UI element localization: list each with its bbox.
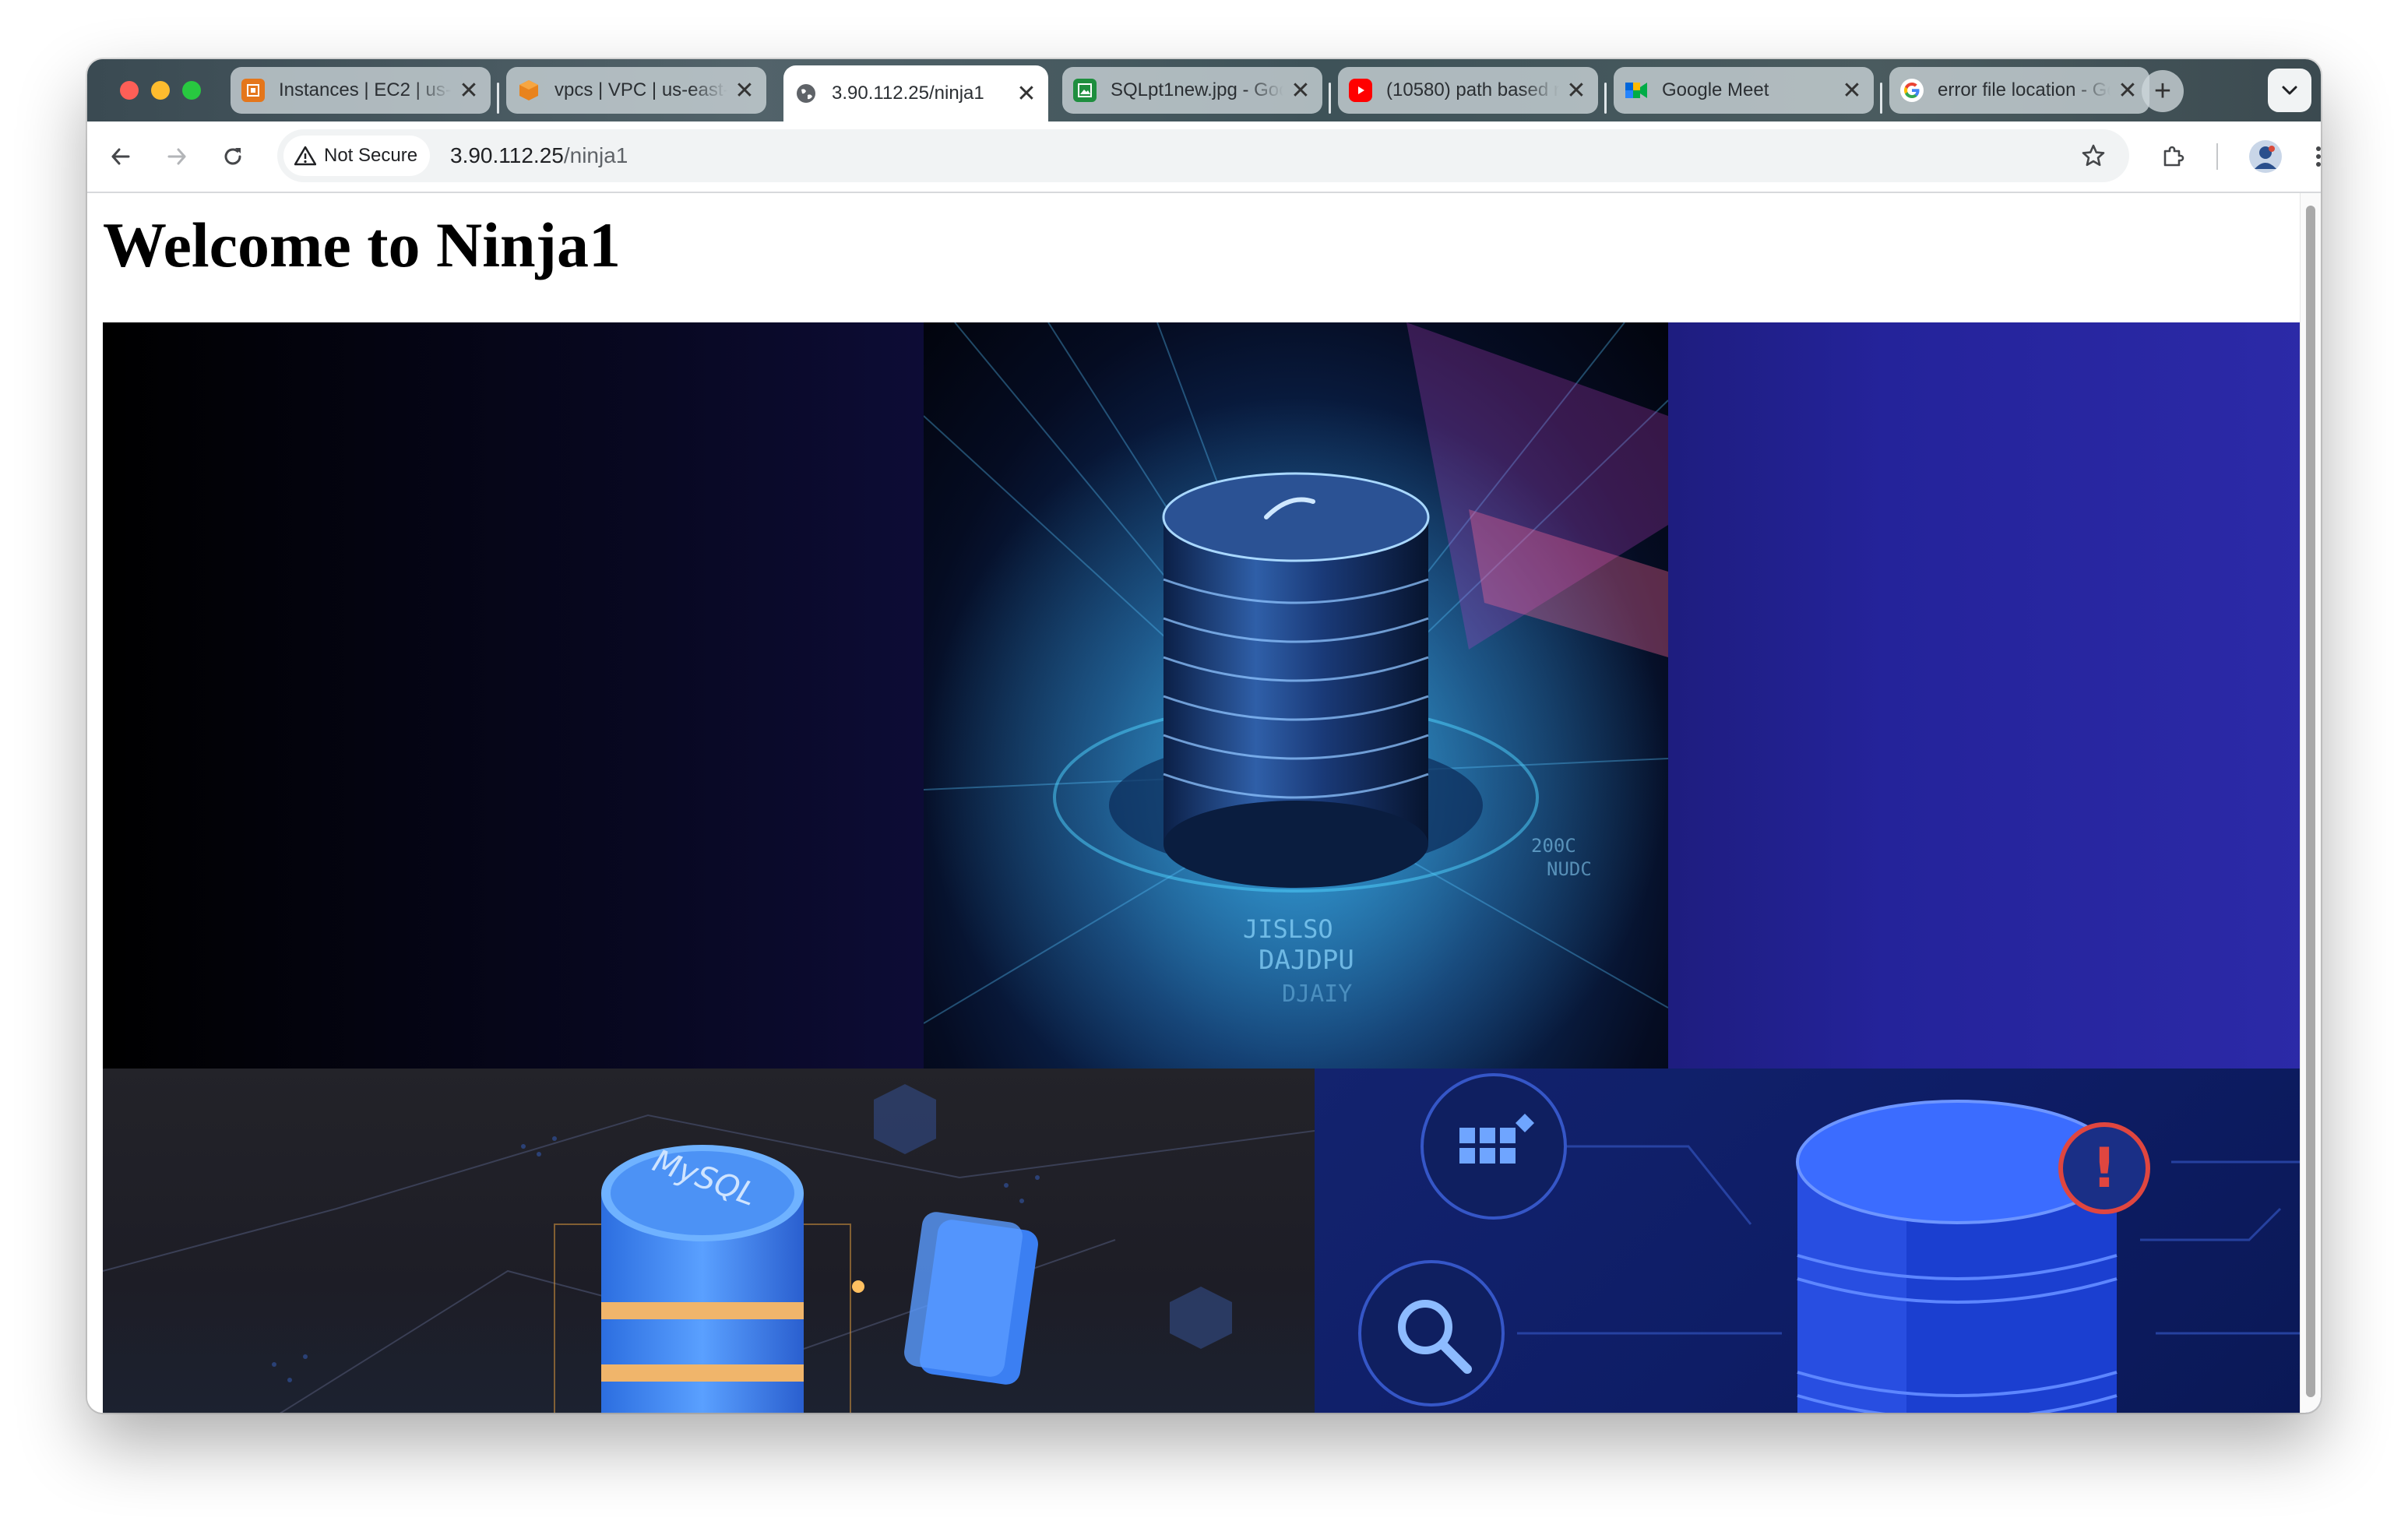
tab-google-search[interactable]: error file location - Google Search ✕ [1889, 67, 2149, 114]
url-host: 3.90.112.25 [450, 143, 564, 167]
tab-ec2-instances[interactable]: Instances | EC2 | us-east-1 ✕ [231, 67, 491, 114]
back-button[interactable] [101, 137, 140, 176]
tab-vpcs[interactable]: vpcs | VPC | us-east-1 ✕ [506, 67, 766, 114]
forward-button[interactable] [157, 137, 196, 176]
tab-title: (10580) path based routing - YouTube [1386, 79, 1559, 100]
close-tab-icon[interactable]: ✕ [1016, 80, 1037, 107]
browser-window: Instances | EC2 | us-east-1 ✕ vpcs | VPC… [87, 59, 2321, 1413]
tab-title: vpcs | VPC | us-east-1 [554, 79, 727, 100]
globe-icon [794, 82, 818, 105]
mysql-illustration: MySQL [103, 1069, 1315, 1413]
hero-banner: JISLSO DAJDPU DJAIY 200C NUDC [103, 322, 2321, 1069]
warning-triangle-icon [294, 146, 316, 166]
page-scrollbar-thumb[interactable] [2306, 206, 2315, 1397]
reload-icon [224, 148, 241, 165]
tab-title: error file location - Google Search [1938, 79, 2111, 100]
address-bar[interactable]: Not Secure 3.90.112.25/ninja1 [277, 129, 2129, 182]
extensions-button[interactable] [2154, 137, 2193, 176]
tab-separator [1880, 83, 1882, 114]
minimize-window-button[interactable] [151, 81, 170, 100]
security-label: Not Secure [324, 145, 418, 166]
close-tab-icon[interactable]: ✕ [2117, 77, 2139, 104]
close-tab-icon[interactable]: ✕ [1841, 77, 1863, 104]
tab-bar: Instances | EC2 | us-east-1 ✕ vpcs | VPC… [87, 59, 2321, 121]
maximize-window-button[interactable] [182, 81, 201, 100]
tab-separator [1329, 83, 1331, 114]
hero-overlay-text: DJAIY [1282, 981, 1352, 1008]
hero-overlay-text: DAJDPU [1259, 945, 1354, 976]
bookmark-button[interactable] [2078, 140, 2109, 171]
hero-overlay-text: JISLSO [1243, 914, 1333, 944]
google-icon [1900, 79, 1924, 102]
hero-side-text: NUDC [1547, 858, 1592, 880]
tab-separator [497, 83, 499, 114]
browser-toolbar: Not Secure 3.90.112.25/ninja1 [87, 121, 2321, 193]
database-hero-image: JISLSO DAJDPU DJAIY 200C NUDC [924, 322, 1668, 1069]
star-icon [2082, 144, 2105, 167]
toolbar-divider [2216, 143, 2218, 170]
tab-ninja1[interactable]: 3.90.112.25/ninja1 ✕ [783, 65, 1048, 121]
google-meet-icon [1625, 79, 1648, 102]
aws-vpc-icon [517, 79, 540, 102]
youtube-icon [1349, 79, 1372, 102]
menu-button[interactable] [2299, 137, 2321, 176]
alert-icon: ! [2092, 1136, 2117, 1200]
page-title: Welcome to Ninja1 [103, 209, 621, 280]
close-tab-icon[interactable]: ✕ [1290, 77, 1311, 104]
tab-google-meet[interactable]: Google Meet ✕ [1614, 67, 1874, 114]
avatar [2249, 140, 2282, 173]
page-viewport: Welcome to Ninja1 JISLSO DAJDPU DJAIY 20… [87, 193, 2321, 1413]
image-file-icon [1073, 79, 1097, 102]
more-vertical-icon [2316, 146, 2321, 167]
tab-title: Google Meet [1662, 79, 1769, 100]
tab-youtube[interactable]: (10580) path based routing - YouTube ✕ [1338, 67, 1598, 114]
aws-ec2-icon [241, 79, 265, 102]
chevron-down-icon [2282, 86, 2297, 95]
close-tab-icon[interactable]: ✕ [734, 77, 755, 104]
close-tab-icon[interactable]: ✕ [1565, 77, 1587, 104]
tab-separator [1604, 83, 1607, 114]
close-tab-icon[interactable]: ✕ [458, 77, 480, 104]
tab-title: Instances | EC2 | us-east-1 [279, 79, 452, 100]
tab-title: SQLpt1new.jpg - Google Drive [1111, 79, 1283, 100]
new-tab-button[interactable]: + [2142, 70, 2184, 112]
url-path: /ninja1 [563, 143, 628, 167]
close-window-button[interactable] [120, 81, 139, 100]
site-security-chip[interactable]: Not Secure [283, 136, 431, 176]
tab-drive-image[interactable]: SQLpt1new.jpg - Google Drive ✕ [1062, 67, 1322, 114]
tab-search-button[interactable] [2268, 69, 2311, 112]
arrow-right-icon [167, 148, 186, 165]
reload-button[interactable] [213, 137, 252, 176]
tab-title: 3.90.112.25/ninja1 [832, 83, 984, 104]
database-alert-illustration: ! [1315, 1069, 2321, 1413]
puzzle-piece-icon [2163, 146, 2184, 167]
profile-avatar-button[interactable] [2246, 137, 2285, 176]
url-text[interactable]: 3.90.112.25/ninja1 [450, 143, 628, 168]
hero-side-text: 200C [1531, 835, 1576, 857]
arrow-left-icon [111, 148, 130, 165]
